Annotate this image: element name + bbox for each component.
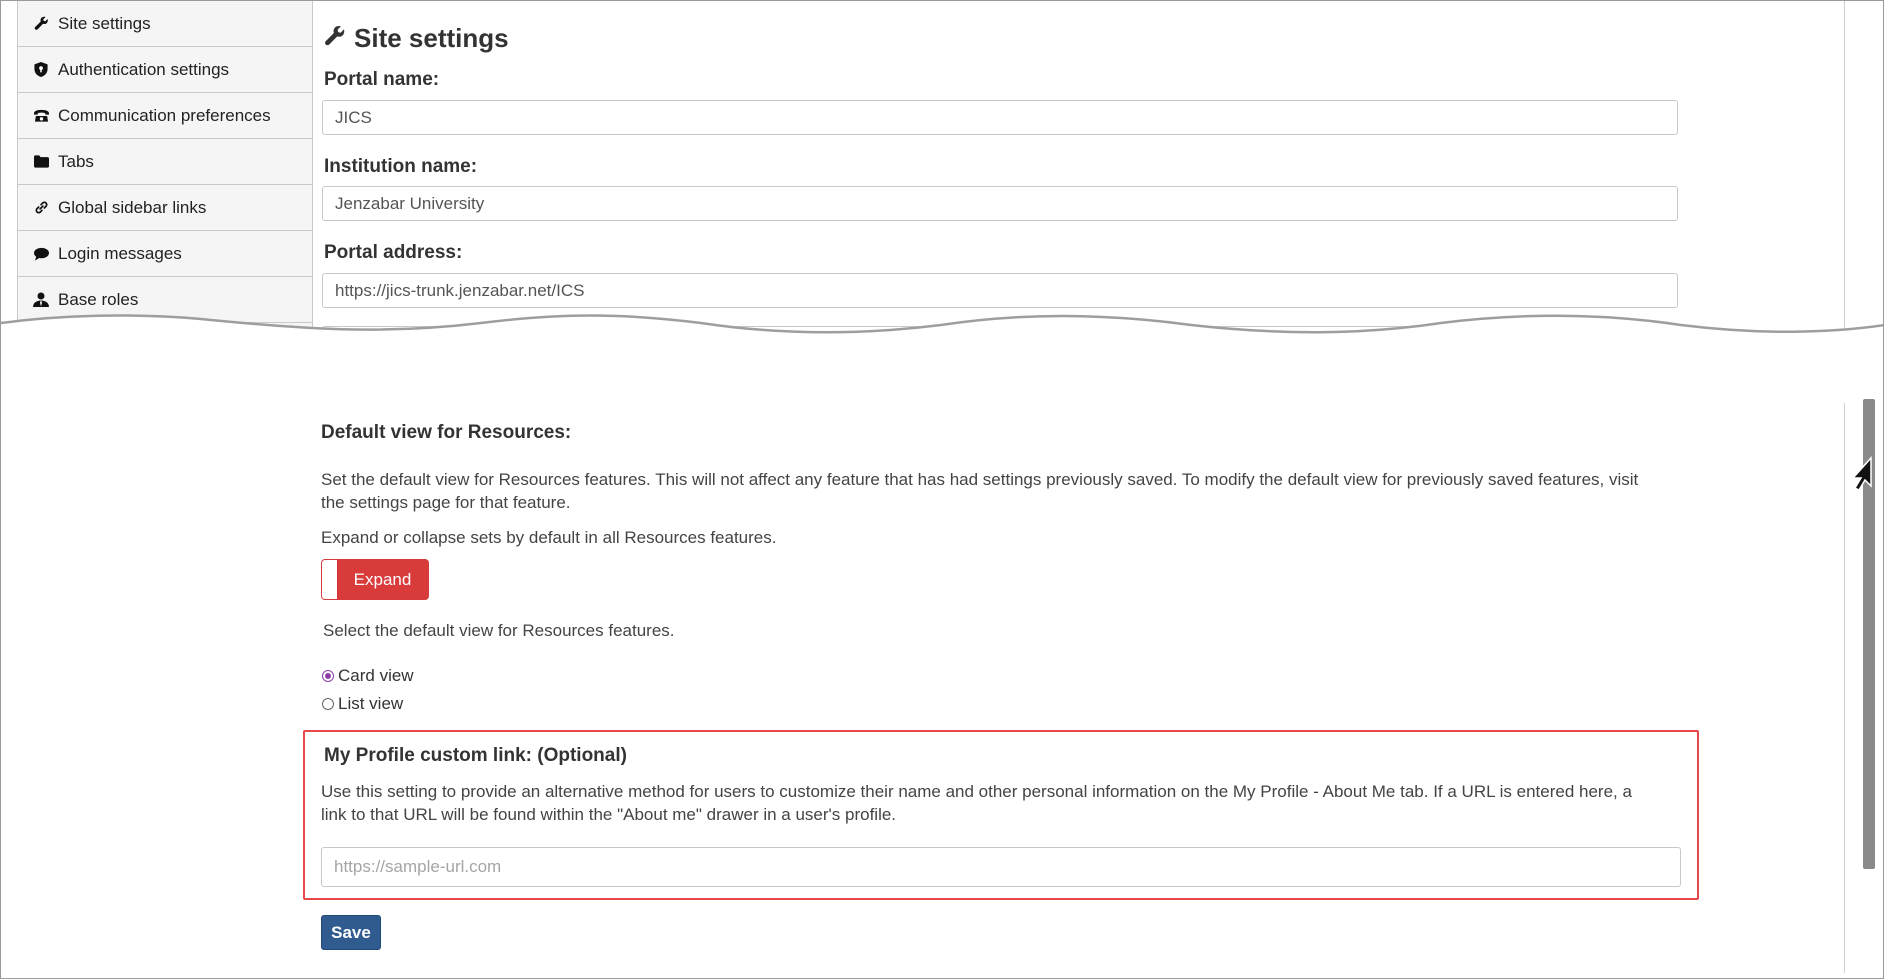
radio-label: List view (338, 694, 404, 713)
torn-edge-divider (1, 314, 1883, 341)
profile-link-title: My Profile custom link: (Optional) (324, 745, 627, 766)
content-border (1844, 1, 1845, 341)
radio-label: Card view (338, 666, 414, 685)
sidebar-item-global-sidebar-links[interactable]: Global sidebar links (18, 185, 312, 231)
page-title-text: Site settings (354, 23, 509, 53)
sidebar-item-label: Communication preferences (58, 105, 271, 125)
institution-name-label: Institution name: (324, 156, 478, 177)
radio-card-view[interactable]: Card view (322, 666, 414, 686)
settings-sidebar: Site settings Authentication settings Co… (17, 1, 313, 331)
expand-prompt: Expand or collapse sets by default in al… (321, 528, 777, 547)
sidebar-item-label: Tabs (58, 151, 94, 171)
toggle-label: Expand (353, 570, 412, 589)
portal-name-input[interactable] (322, 100, 1678, 135)
sidebar-item-label: Site settings (58, 13, 151, 33)
sidebar-item-communication-preferences[interactable]: Communication preferences (18, 93, 312, 139)
profile-link-description: Use this setting to provide an alternati… (321, 782, 1632, 824)
wrench-icon (30, 16, 52, 31)
sidebar-item-site-settings[interactable]: Site settings (18, 1, 312, 47)
resources-section-title: Default view for Resources: (321, 422, 572, 443)
screenshot-frame: Site settings Authentication settings Co… (0, 0, 1884, 979)
expand-collapse-toggle[interactable]: Expand (321, 559, 429, 600)
view-prompt: Select the default view for Resources fe… (323, 621, 675, 640)
resources-description: Set the default view for Resources featu… (321, 470, 1639, 512)
phone-icon (30, 109, 52, 123)
content-border (1844, 403, 1845, 973)
folder-icon (30, 155, 52, 168)
toggle-knob (322, 560, 338, 599)
sidebar-item-authentication-settings[interactable]: Authentication settings (18, 47, 312, 93)
mouse-cursor-icon (1849, 456, 1875, 497)
portal-address-label: Portal address: (324, 242, 463, 263)
top-section: Site settings Authentication settings Co… (1, 1, 1883, 341)
page-title: Site settings (324, 23, 509, 54)
portal-name-label: Portal name: (324, 69, 440, 90)
profile-link-url-input[interactable] (321, 847, 1681, 887)
sidebar-item-login-messages[interactable]: Login messages (18, 231, 312, 277)
link-icon (30, 200, 52, 215)
radio-button-selected[interactable] (322, 670, 334, 682)
wrench-icon (324, 25, 346, 53)
radio-list-view[interactable]: List view (322, 694, 403, 714)
sidebar-item-label: Global sidebar links (58, 197, 207, 217)
radio-button[interactable] (322, 698, 334, 710)
institution-name-input[interactable] (322, 186, 1678, 221)
sidebar-item-label: Login messages (58, 243, 182, 263)
sidebar-item-label: Authentication settings (58, 59, 230, 79)
sidebar-item-tabs[interactable]: Tabs (18, 139, 312, 185)
save-button[interactable]: Save (321, 915, 381, 950)
comment-icon (30, 247, 52, 261)
shield-icon (30, 62, 52, 77)
